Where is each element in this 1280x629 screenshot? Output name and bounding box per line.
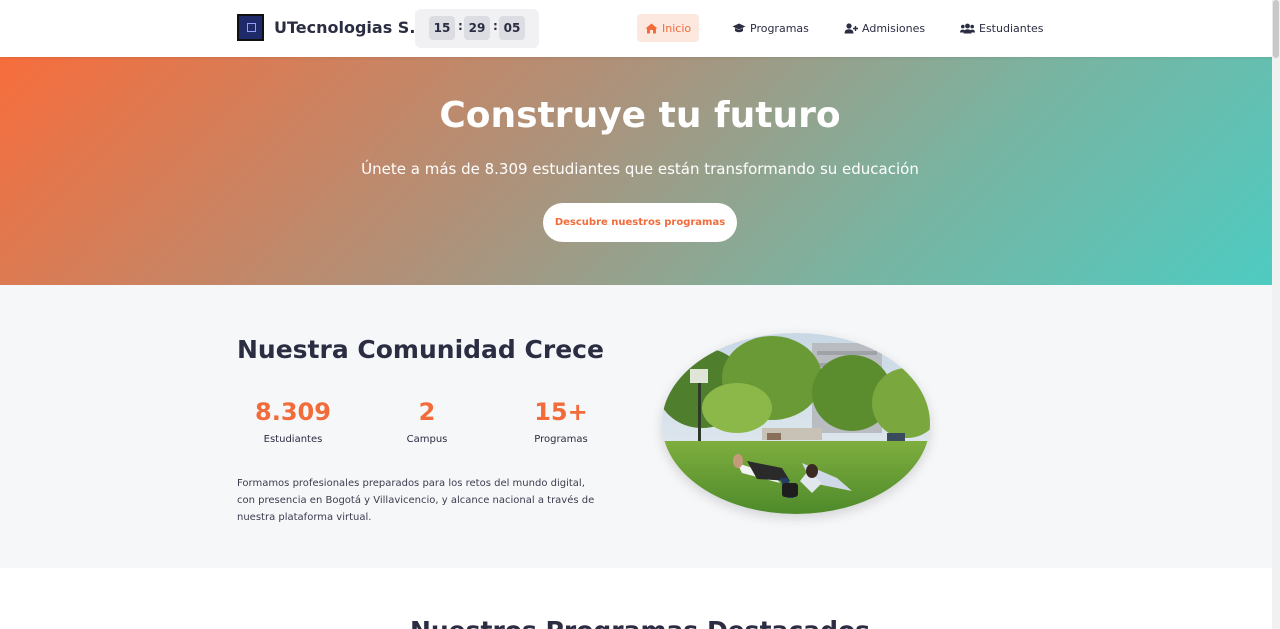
home-icon bbox=[645, 23, 658, 33]
graduation-cap-icon bbox=[732, 23, 746, 32]
clock: 15 : 29 : 05 bbox=[415, 9, 539, 48]
community-section: Nuestra Comunidad Crece 8.309 Estudiante… bbox=[0, 285, 1272, 568]
stat-value: 15+ bbox=[534, 398, 588, 426]
hero-title: Construye tu futuro bbox=[439, 95, 841, 136]
section-title: Nuestros Programas Destacados bbox=[0, 616, 1280, 629]
nav-label: Admisiones bbox=[862, 21, 926, 35]
site-header: UTecnologias S.O 15 : 29 : 05 Inicio Pro… bbox=[0, 0, 1272, 57]
nav-label: Inicio bbox=[662, 21, 692, 35]
clock-separator: : bbox=[458, 19, 463, 33]
page-scrollbar[interactable] bbox=[1272, 0, 1280, 629]
nav-label: Estudiantes bbox=[979, 21, 1044, 35]
nav-label: Programas bbox=[750, 21, 809, 35]
brand-name[interactable]: UTecnologias S.O bbox=[274, 18, 429, 37]
stat-label: Programas bbox=[534, 434, 588, 445]
stat-programs: 15+ Programas bbox=[496, 398, 626, 445]
stat-value: 2 bbox=[418, 398, 436, 426]
clock-seconds: 05 bbox=[499, 16, 525, 40]
clock-minutes: 29 bbox=[464, 16, 490, 40]
discover-programs-button[interactable]: Descubre nuestros programas bbox=[543, 203, 737, 242]
community-title: Nuestra Comunidad Crece bbox=[237, 335, 604, 364]
stat-label: Estudiantes bbox=[263, 434, 323, 445]
clock-separator: : bbox=[493, 19, 498, 33]
community-description: Formamos profesionales preparados para l… bbox=[237, 478, 595, 523]
nav-admisiones[interactable]: Admisiones bbox=[836, 14, 933, 42]
user-plus-icon bbox=[844, 22, 858, 33]
hero-banner: Construye tu futuro Únete a más de 8.309… bbox=[0, 57, 1272, 285]
featured-programs-section: Nuestros Programas Destacados bbox=[0, 568, 1272, 629]
stat-students: 8.309 Estudiantes bbox=[228, 398, 358, 445]
nav-inicio[interactable]: Inicio bbox=[637, 14, 700, 42]
campus-photo bbox=[662, 333, 930, 514]
nav-estudiantes[interactable]: Estudiantes bbox=[952, 14, 1052, 42]
clock-hours: 15 bbox=[429, 16, 455, 40]
stat-campus: 2 Campus bbox=[362, 398, 492, 445]
stat-value: 8.309 bbox=[255, 398, 331, 426]
scrollbar-thumb[interactable] bbox=[1273, 0, 1279, 58]
logo[interactable] bbox=[237, 14, 264, 41]
users-icon bbox=[960, 23, 975, 33]
campus-photo-illustration bbox=[662, 333, 930, 514]
stat-label: Campus bbox=[406, 434, 448, 445]
nav-programas[interactable]: Programas bbox=[724, 14, 817, 42]
hero-subtitle: Únete a más de 8.309 estudiantes que est… bbox=[361, 160, 919, 178]
